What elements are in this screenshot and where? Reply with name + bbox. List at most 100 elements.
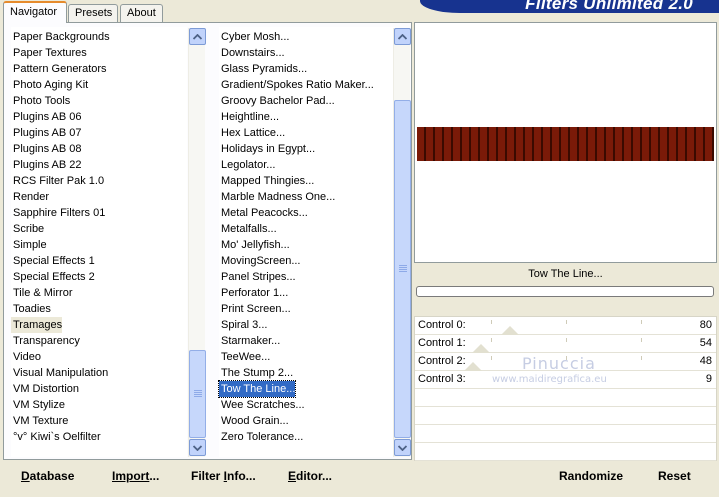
list-item[interactable]: The Stump 2... <box>219 365 293 381</box>
list-item[interactable]: Spiral 3... <box>219 317 267 333</box>
control-value: 54 <box>699 337 712 349</box>
list-item[interactable]: Transparency <box>11 333 80 349</box>
import-button[interactable]: Import... <box>112 469 159 483</box>
category-scrollbar[interactable] <box>188 28 206 457</box>
list-item[interactable]: Gradient/Spokes Ratio Maker... <box>219 77 374 93</box>
tab-presets[interactable]: Presets <box>68 4 118 22</box>
list-item[interactable]: Zero Tolerance... <box>219 429 303 445</box>
list-item[interactable]: MovingScreen... <box>219 253 300 269</box>
navigator-panel: Paper Backgrounds Paper Textures Pattern G… <box>3 22 412 460</box>
bottom-toolbar-right: Randomize Reset <box>414 461 717 492</box>
list-item[interactable]: Hex Lattice... <box>219 125 285 141</box>
database-button[interactable]: Database <box>21 469 74 483</box>
category-list[interactable]: Paper Backgrounds Paper Textures Pattern G… <box>11 27 187 457</box>
empty-control-row <box>415 425 716 443</box>
list-item[interactable]: Metal Peacocks... <box>219 205 308 221</box>
editor-button[interactable]: Editor... <box>288 469 332 483</box>
list-item[interactable]: Plugins AB 06 <box>11 109 82 125</box>
filter-scrollbar[interactable] <box>393 28 411 457</box>
filter-list[interactable]: Cyber Mosh... Downstairs... Glass Pyramids… <box>217 27 395 457</box>
list-item[interactable]: Perforator 1... <box>219 285 288 301</box>
app-title: Filters Unlimited 2.0 <box>525 0 693 13</box>
list-item[interactable]: Marble Madness One... <box>219 189 335 205</box>
list-item[interactable]: Paper Textures <box>11 45 87 61</box>
empty-control-row <box>415 389 716 407</box>
watermark-url: www.maidiregrafica.eu <box>492 374 607 385</box>
list-item[interactable]: TeeWee... <box>219 349 270 365</box>
list-item[interactable]: Plugins AB 22 <box>11 157 82 173</box>
list-item[interactable]: Tramages <box>11 317 63 333</box>
randomize-button[interactable]: Randomize <box>559 469 623 483</box>
progress-bar <box>416 286 714 297</box>
scroll-thumb[interactable] <box>189 350 206 438</box>
control-value: 9 <box>705 373 712 385</box>
tab-navigator[interactable]: Navigator <box>3 1 67 23</box>
scroll-thumb[interactable] <box>394 100 411 438</box>
scroll-up-button[interactable] <box>394 28 411 45</box>
list-item[interactable]: Groovy Bachelor Pad... <box>219 93 335 109</box>
list-item[interactable]: Photo Aging Kit <box>11 77 88 93</box>
scroll-down-button[interactable] <box>189 439 206 456</box>
list-item[interactable]: Wood Grain... <box>219 413 289 429</box>
scroll-up-button[interactable] <box>189 28 206 45</box>
list-item[interactable]: Glass Pyramids... <box>219 61 307 77</box>
list-item[interactable]: Print Screen... <box>219 301 291 317</box>
control-value: 80 <box>699 319 712 331</box>
control-label: Control 1: <box>418 337 466 349</box>
filter-preview <box>414 22 717 263</box>
list-item[interactable]: Video <box>11 349 41 365</box>
list-item[interactable]: Scribe <box>11 221 44 237</box>
chevron-up-icon <box>398 33 407 40</box>
control-label: Control 0: <box>418 319 466 331</box>
list-item[interactable]: Metalfalls... <box>219 221 277 237</box>
list-item[interactable]: Plugins AB 08 <box>11 141 82 157</box>
control-label: Control 3: <box>418 373 466 385</box>
bottom-toolbar-left: Database Import... Filter Info... Editor… <box>3 461 412 492</box>
watermark-name: Pinuccia <box>522 354 596 373</box>
reset-button[interactable]: Reset <box>658 469 691 483</box>
tab-bar: Navigator Presets About <box>0 0 420 23</box>
list-item[interactable]: Photo Tools <box>11 93 70 109</box>
list-item[interactable]: Render <box>11 189 49 205</box>
list-item[interactable]: VM Stylize <box>11 397 65 413</box>
list-item[interactable]: Simple <box>11 237 47 253</box>
list-item[interactable]: Cyber Mosh... <box>219 29 289 45</box>
slider-thumb[interactable] <box>501 326 519 335</box>
list-item[interactable]: Plugins AB 07 <box>11 125 82 141</box>
list-item[interactable]: Toadies <box>11 301 51 317</box>
list-item[interactable]: Special Effects 2 <box>11 269 95 285</box>
chevron-down-icon <box>398 444 407 451</box>
list-item[interactable]: Visual Manipulation <box>11 365 108 381</box>
list-item[interactable]: °v° Kiwi`s Oelfilter <box>11 429 101 445</box>
controls-panel: Control 0: 80 Control 1: 54 Control 2: 4… <box>414 316 717 462</box>
list-item[interactable]: VM Distortion <box>11 381 79 397</box>
list-item[interactable]: Pattern Generators <box>11 61 107 77</box>
list-item[interactable]: Starmaker... <box>219 333 280 349</box>
filter-info-button[interactable]: Filter Info... <box>191 469 256 483</box>
list-item[interactable]: Legolator... <box>219 157 275 173</box>
list-item[interactable]: Tile & Mirror <box>11 285 72 301</box>
list-item[interactable]: Paper Backgrounds <box>11 29 110 45</box>
list-item[interactable]: Wee Scratches... <box>219 397 305 413</box>
control-label: Control 2: <box>418 355 466 367</box>
empty-control-row <box>415 443 716 461</box>
list-item[interactable]: Panel Stripes... <box>219 269 296 285</box>
list-item[interactable]: Mapped Thingies... <box>219 173 314 189</box>
list-item[interactable]: Downstairs... <box>219 45 285 61</box>
list-item[interactable]: Holidays in Egypt... <box>219 141 315 157</box>
list-item[interactable]: Mo' Jellyfish... <box>219 237 290 253</box>
slider-thumb[interactable] <box>472 344 490 353</box>
scroll-down-button[interactable] <box>394 439 411 456</box>
app-banner: Filters Unlimited 2.0 <box>420 0 719 13</box>
list-item[interactable]: Special Effects 1 <box>11 253 95 269</box>
list-item[interactable]: Heightline... <box>219 109 279 125</box>
chevron-down-icon <box>193 444 202 451</box>
list-item[interactable]: Sapphire Filters 01 <box>11 205 105 221</box>
list-item[interactable]: VM Texture <box>11 413 68 429</box>
control-value: 48 <box>699 355 712 367</box>
empty-control-row <box>415 407 716 425</box>
tab-about[interactable]: About <box>120 4 163 22</box>
slider-thumb[interactable] <box>464 362 482 371</box>
list-item[interactable]: RCS Filter Pak 1.0 <box>11 173 104 189</box>
list-item[interactable]: Tow The Line... <box>217 380 297 398</box>
